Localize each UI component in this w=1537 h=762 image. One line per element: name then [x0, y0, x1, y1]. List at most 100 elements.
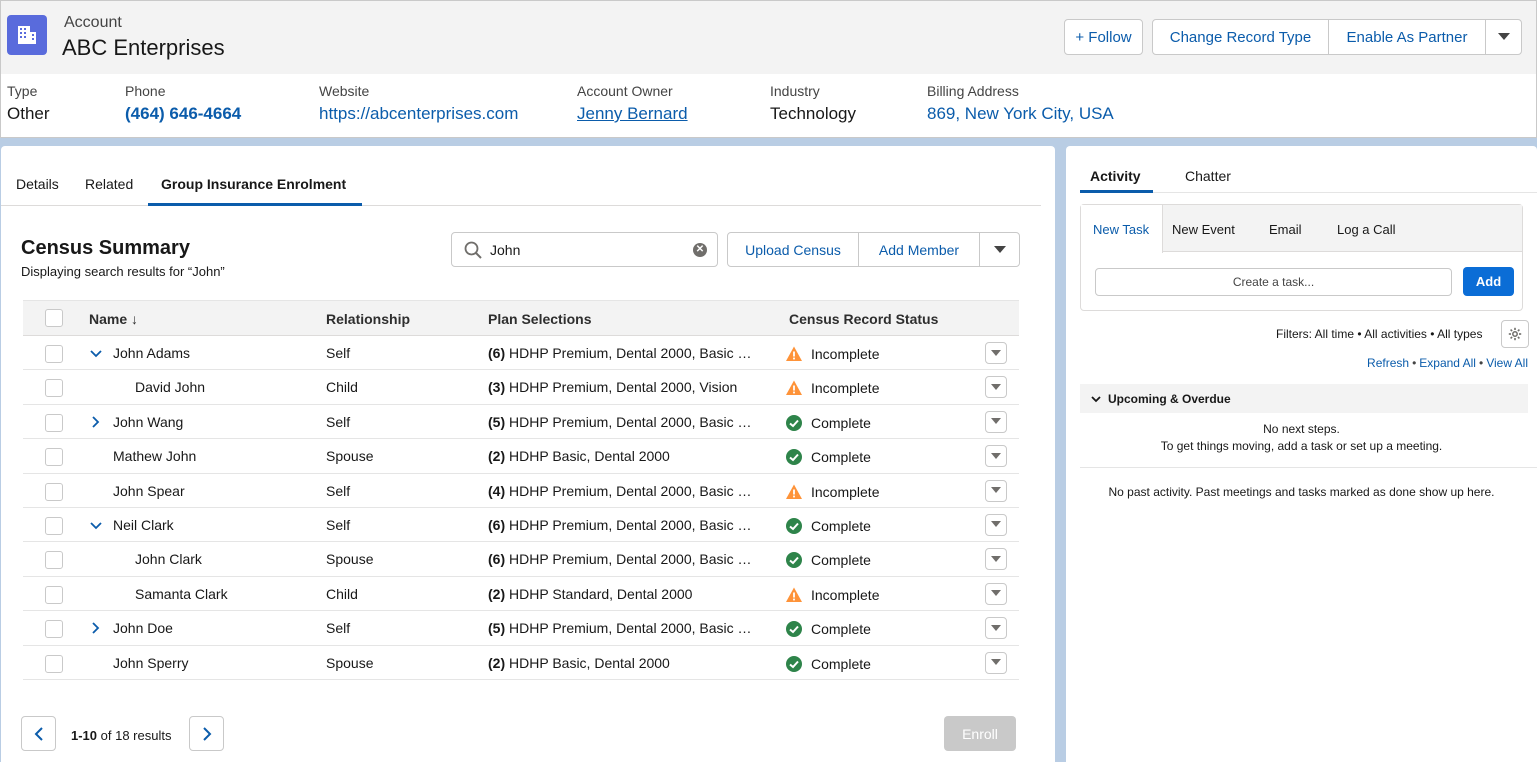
chevron-down-icon[interactable] [89, 519, 103, 533]
select-all-checkbox[interactable] [45, 309, 63, 327]
member-name: Samanta Clark [135, 585, 228, 602]
column-header-plan-selections[interactable]: Plan Selections [488, 311, 591, 327]
status-text: Complete [811, 621, 871, 638]
row-checkbox[interactable] [45, 448, 63, 467]
member-name: John Sperry [113, 654, 189, 671]
phone-link[interactable]: (464) 646-4664 [125, 104, 241, 124]
row-checkbox[interactable] [45, 620, 63, 639]
row-actions-button[interactable] [985, 445, 1007, 468]
census-more-button[interactable] [979, 232, 1020, 267]
chevron-down-icon [991, 383, 1001, 390]
row-actions-button[interactable] [985, 582, 1007, 605]
get-moving-text: To get things moving, add a task or set … [1160, 439, 1443, 453]
plan-list: HDHP Premium, Dental 2000, Basic Life, V… [509, 345, 758, 361]
row-actions-button[interactable] [985, 342, 1007, 364]
row-actions-button[interactable] [985, 617, 1007, 640]
billing-address-link[interactable]: 869, New York City, USA [927, 104, 1114, 124]
table-row[interactable]: John Wang Self (5) HDHP Premium, Dental … [23, 405, 1019, 440]
no-next-steps-text: No next steps. [1263, 422, 1340, 436]
separator: • [1412, 356, 1417, 370]
warning-icon [786, 587, 802, 602]
tab-activity[interactable]: Activity [1090, 168, 1141, 184]
plan-selections-cell: (2) HDHP Standard, Dental 2000 [488, 586, 758, 602]
row-checkbox[interactable] [45, 654, 63, 673]
row-actions-button[interactable] [985, 548, 1007, 571]
status-cell: Complete [785, 448, 871, 466]
record-header-top: Account ABC Enterprises + Follow Change … [1, 1, 1536, 74]
view-all-link[interactable]: View All [1486, 356, 1528, 370]
add-task-button[interactable]: Add [1463, 267, 1514, 296]
chevron-down-icon [991, 521, 1001, 528]
row-actions-button[interactable] [985, 513, 1007, 536]
expand-all-link[interactable]: Expand All [1419, 356, 1476, 370]
plan-list: HDHP Premium, Dental 2000, Basic Life, V… [509, 516, 758, 533]
field-label: Website [319, 83, 370, 99]
upcoming-overdue-section[interactable]: Upcoming & Overdue [1080, 384, 1528, 413]
chevron-down-icon[interactable] [89, 347, 103, 361]
check-circle-icon [786, 655, 802, 672]
table-row[interactable]: John Adams Self (6) HDHP Premium, Dental… [23, 336, 1019, 371]
add-member-button[interactable]: Add Member [858, 232, 980, 267]
row-actions-button[interactable] [985, 479, 1007, 502]
plan-count: (5) [488, 620, 506, 637]
status-text: Incomplete [811, 346, 880, 362]
upload-census-button[interactable]: Upload Census [727, 232, 859, 267]
table-row[interactable]: John Clark Spouse (6) HDHP Premium, Dent… [23, 542, 1019, 577]
website-link[interactable]: https://abcenterprises.com [319, 104, 518, 124]
table-row[interactable]: John Sperry Spouse (2) HDHP Basic, Denta… [23, 646, 1019, 680]
field-website: Website https://abcenterprises.com [319, 83, 518, 124]
tab-related[interactable]: Related [85, 176, 133, 192]
enable-as-partner-button[interactable]: Enable As Partner [1328, 19, 1486, 55]
row-checkbox[interactable] [45, 379, 63, 398]
enroll-button[interactable]: Enroll [944, 716, 1016, 751]
table-row[interactable]: Mathew John Spouse (2) HDHP Basic, Denta… [23, 439, 1019, 474]
row-checkbox[interactable] [45, 345, 63, 363]
column-header-relationship[interactable]: Relationship [326, 311, 410, 327]
field-label: Phone [125, 83, 166, 99]
row-actions-button[interactable] [985, 376, 1007, 399]
column-header-name[interactable]: Name ↓ [89, 311, 138, 327]
census-summary-title: Census Summary [21, 237, 190, 259]
table-row[interactable]: Neil Clark Self (6) HDHP Premium, Dental… [23, 508, 1019, 543]
chevron-right-icon[interactable] [89, 621, 103, 635]
search-input[interactable]: John ✕ [451, 232, 718, 267]
create-task-input[interactable]: Create a task... [1095, 268, 1452, 296]
tab-new-event[interactable]: New Event [1172, 222, 1235, 237]
member-name: Neil Clark [113, 516, 174, 533]
row-checkbox[interactable] [45, 585, 63, 604]
row-checkbox[interactable] [45, 482, 63, 501]
activity-panel: Activity Chatter New Task New Event Emai… [1066, 146, 1537, 762]
section-divider [1080, 467, 1537, 468]
chevron-right-icon[interactable] [89, 415, 103, 429]
warning-icon [786, 380, 802, 396]
next-page-button[interactable] [189, 716, 224, 751]
column-header-status[interactable]: Census Record Status [789, 311, 938, 327]
tab-log-a-call[interactable]: Log a Call [1337, 222, 1396, 237]
row-checkbox[interactable] [45, 551, 63, 570]
table-row[interactable]: John Spear Self (4) HDHP Premium, Dental… [23, 474, 1019, 508]
row-checkbox[interactable] [45, 413, 63, 432]
plan-list: HDHP Premium, Dental 2000, Basic Life [509, 413, 758, 430]
tab-group-insurance-enrolment[interactable]: Group Insurance Enrolment [161, 176, 346, 192]
table-row[interactable]: Samanta Clark Child (2) HDHP Standard, D… [23, 577, 1019, 612]
owner-link[interactable]: Jenny Bernard [577, 104, 688, 124]
change-record-type-button[interactable]: Change Record Type [1152, 19, 1329, 55]
row-actions-button[interactable] [985, 410, 1007, 433]
table-row[interactable]: John Doe Self (5) HDHP Premium, Dental 2… [23, 611, 1019, 646]
row-checkbox[interactable] [45, 516, 63, 535]
clear-icon[interactable]: ✕ [693, 243, 707, 257]
table-row[interactable]: David John Child (3) HDHP Premium, Denta… [23, 370, 1019, 405]
refresh-link[interactable]: Refresh [1367, 356, 1409, 370]
search-icon [464, 241, 482, 259]
plan-count: (2) [488, 448, 506, 465]
status-text: Complete [811, 517, 871, 534]
tab-email[interactable]: Email [1269, 222, 1302, 237]
tab-new-task[interactable]: New Task [1093, 222, 1149, 237]
more-actions-button[interactable] [1485, 19, 1522, 55]
tab-details[interactable]: Details [16, 176, 59, 192]
tab-chatter[interactable]: Chatter [1185, 168, 1231, 184]
previous-page-button[interactable] [21, 716, 56, 751]
row-actions-button[interactable] [985, 651, 1007, 674]
filter-settings-button[interactable] [1501, 320, 1529, 348]
follow-button[interactable]: + Follow [1064, 19, 1143, 55]
